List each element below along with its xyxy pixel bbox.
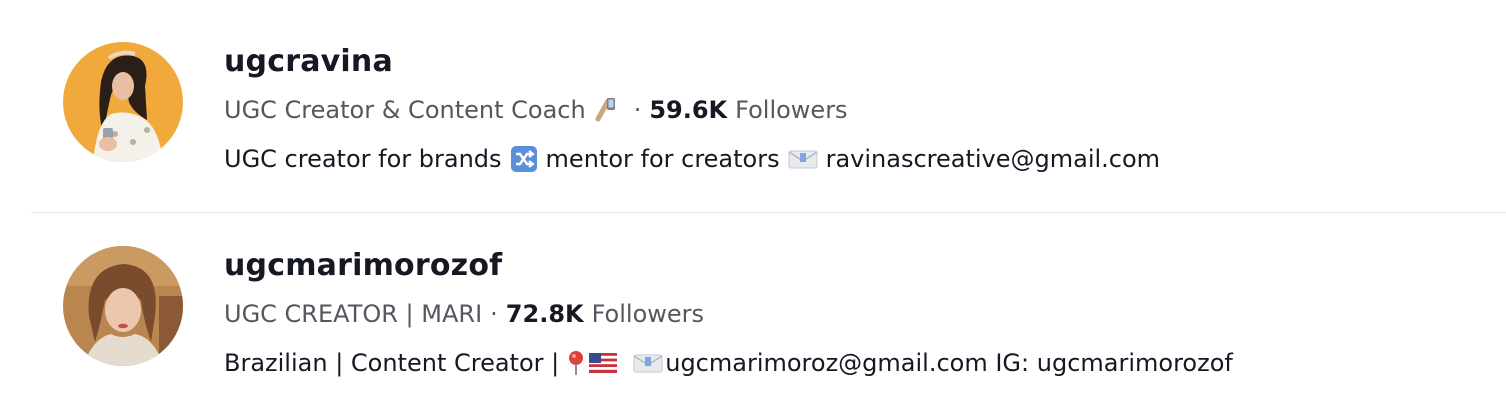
- mobile-phone-icon: [594, 97, 618, 123]
- avatar[interactable]: [63, 246, 183, 366]
- pin-icon: [567, 350, 585, 376]
- separator-dot: ·: [490, 300, 498, 328]
- followers-label: Followers: [735, 96, 848, 124]
- bio-text: mentor for creators: [545, 145, 780, 173]
- user-result-item[interactable]: ugcmarimorozof UGC CREATOR | MARI · 72.8…: [0, 204, 1506, 406]
- envelope-icon: [633, 352, 663, 374]
- user-meta: UGC CREATOR | MARI · 72.8K Followers: [224, 300, 704, 328]
- bio: UGC creator for brands mentor for creato…: [224, 145, 1160, 173]
- bio-email: ravinascreative@gmail.com: [825, 145, 1161, 173]
- followers-count: 72.8K: [505, 300, 584, 328]
- search-results-list: ugcravina UGC Creator & Content Coach · …: [0, 0, 1506, 406]
- bio: Brazilian | Content Creator | ugcmarimor…: [224, 349, 1233, 377]
- nickname: UGC CREATOR | MARI: [224, 300, 483, 328]
- user-meta: UGC Creator & Content Coach · 59.6K Foll…: [224, 96, 848, 124]
- followers-count: 59.6K: [649, 96, 728, 124]
- username[interactable]: ugcravina: [224, 44, 393, 79]
- shuffle-icon: [510, 145, 538, 173]
- us-flag-icon: [589, 353, 618, 373]
- user-result-item[interactable]: ugcravina UGC Creator & Content Coach · …: [0, 0, 1506, 204]
- bio-email: ugcmarimoroz@gmail.com IG: ugcmarimorozo…: [665, 349, 1233, 377]
- username[interactable]: ugcmarimorozof: [224, 248, 502, 283]
- bio-text: UGC creator for brands: [224, 145, 502, 173]
- followers-label: Followers: [591, 300, 705, 328]
- envelope-icon: [788, 148, 818, 170]
- separator-dot: ·: [633, 96, 642, 124]
- bio-text: Brazilian | Content Creator |: [224, 349, 560, 377]
- nickname: UGC Creator & Content Coach: [224, 96, 586, 124]
- avatar[interactable]: [63, 42, 183, 162]
